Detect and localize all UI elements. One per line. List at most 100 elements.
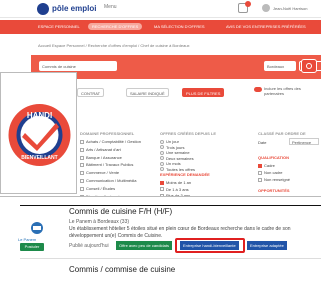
checkbox-icon[interactable] — [80, 147, 84, 152]
experience-title: EXPÉRIENCE DEMANDÉE — [160, 172, 210, 177]
top-header: pôle emploi Menu Jean-Noël Harrison — [0, 0, 321, 18]
checkbox-icon[interactable] — [160, 187, 164, 192]
pole-emploi-logo-icon[interactable] — [37, 3, 49, 15]
checkbox-icon[interactable] — [80, 155, 84, 160]
radio-icon[interactable] — [160, 150, 164, 155]
partners-toggle-label: Inclure les offres des partenaires — [264, 86, 301, 96]
date-item[interactable]: Un mois — [160, 161, 181, 166]
date-item[interactable]: Deux semaines — [160, 156, 194, 161]
sort-select[interactable]: Pertinence — [289, 138, 319, 145]
checkbox-icon[interactable] — [258, 163, 262, 168]
date-label: Un mois — [166, 161, 181, 166]
domain-label: Achats / Comptabilité / Gestion — [86, 139, 141, 144]
experience-item[interactable]: Moins de 1 an — [160, 180, 191, 185]
contract-filter[interactable]: CONTRAT — [77, 88, 105, 97]
date-item[interactable]: Un jour — [160, 139, 179, 144]
more-filters-button[interactable]: PLUS DE FILTRES — [182, 88, 225, 97]
nav-item-company-reviews[interactable]: AVIS DE VOS ENTREPRISES PRÉFÉRÉES — [226, 24, 306, 29]
sort-label: Date — [258, 140, 267, 145]
domain-item[interactable]: Commerce / Vente — [80, 170, 119, 175]
checkbox-icon[interactable] — [80, 178, 84, 183]
qualification-label: Non cadre — [264, 170, 283, 175]
experience-label: De 1 à 3 ans — [166, 186, 189, 192]
published-date: Publié aujourd'hui — [69, 243, 109, 249]
checkbox-icon[interactable] — [80, 163, 84, 168]
date-item[interactable]: Trois jours — [160, 145, 185, 150]
qualification-item[interactable]: Non cadre — [258, 170, 282, 175]
tag-few-candidates: Offre avec peu de candidats — [116, 241, 172, 250]
qualification-label: Non renseigné — [264, 177, 291, 182]
radio-icon[interactable] — [160, 145, 164, 150]
radio-icon[interactable] — [160, 139, 164, 144]
notification-badge — [245, 1, 251, 7]
domain-label: Bâtiment / Travaux Publics — [86, 162, 134, 168]
apply-button[interactable]: Postuler — [20, 243, 44, 251]
menu-button[interactable]: Menu — [104, 4, 117, 10]
radio-icon[interactable] — [160, 161, 164, 166]
date-title: OFFRES CRÉÉES DEPUIS LE — [160, 131, 217, 136]
date-item[interactable]: Toutes les offres — [160, 167, 195, 172]
domain-label: Communication / Multimédia — [86, 178, 137, 183]
highlight-handi-tag — [175, 238, 245, 253]
domain-item[interactable]: Achats / Comptabilité / Gestion — [80, 139, 141, 144]
experience-label: Moins de 1 an — [166, 180, 192, 185]
checkbox-icon[interactable] — [80, 171, 84, 176]
domain-title: DOMAINE PROFESSIONNEL — [80, 131, 135, 136]
experience-item[interactable]: De 1 à 3 ans — [160, 187, 189, 192]
date-label: Un jour — [166, 139, 179, 144]
partners-toggle[interactable] — [254, 87, 262, 92]
checkbox-icon[interactable] — [258, 177, 262, 182]
qualification-item[interactable]: Non renseigné — [258, 177, 290, 182]
nav-item-job-search[interactable]: RECHERCHE D'OFFRES — [88, 23, 143, 30]
domain-label: Commerce / Vente — [86, 170, 120, 176]
handi-bienveillant-badge: HANDI BIENVEILLANT — [0, 72, 77, 194]
card-divider — [20, 205, 321, 206]
location-input[interactable]: Bordeaux — [264, 61, 296, 71]
date-label: Toutes les offres — [166, 166, 196, 172]
checkbox-icon[interactable] — [160, 180, 164, 185]
radio-icon[interactable] — [160, 167, 164, 172]
sort-title: CLASSÉ PAR ORDRE DE — [258, 131, 306, 136]
domain-item[interactable]: Bâtiment / Travaux Publics — [80, 162, 133, 167]
job-search-input[interactable]: Commis de cuisine — [39, 61, 117, 71]
job-company: Le Panem à Bordeaux (33) — [69, 219, 130, 225]
qualification-item[interactable]: Cadre — [258, 163, 275, 168]
salary-filter[interactable]: SALAIRE INDIQUÉ — [126, 88, 169, 97]
account-name[interactable]: Jean-Noël Harrison — [273, 6, 307, 11]
qualification-label: Cadre — [264, 163, 275, 168]
domain-item[interactable]: Conseil / Études — [80, 186, 115, 191]
checkbox-icon[interactable] — [258, 170, 262, 175]
breadcrumb[interactable]: Accueil Espace Personnel / Recherche d'o… — [38, 43, 190, 48]
nav-item-saved-offers[interactable]: MA SÉLECTION D'OFFRES — [154, 24, 205, 29]
nav-item-personal-space[interactable]: ESPACE PERSONNEL — [38, 24, 80, 29]
search-button[interactable] — [301, 59, 317, 73]
avatar[interactable] — [262, 4, 270, 12]
opportunities-title: OPPORTUNITÉS — [258, 188, 290, 193]
main-nav: ESPACE PERSONNEL RECHERCHE D'OFFRES MA S… — [0, 20, 321, 34]
domain-item[interactable]: Banque / Assurance — [80, 155, 122, 160]
job-separator — [20, 258, 321, 259]
handi-bottom-text: BIENVEILLANT — [21, 155, 57, 161]
handi-top-text: HANDI — [27, 111, 52, 120]
checkbox-icon[interactable] — [80, 139, 84, 144]
tag-entreprise-adaptee: Entreprise adaptée — [247, 241, 287, 250]
company-tag: Le Panem — [18, 237, 37, 242]
next-job-title[interactable]: Commis / commise de cuisine — [69, 265, 175, 274]
handi-logo-icon: HANDI BIENVEILLANT — [8, 104, 71, 166]
qualification-title: QUALIFICATION — [258, 155, 290, 160]
logo-text[interactable]: pôle emploi — [52, 4, 96, 13]
date-label: Trois jours — [166, 144, 185, 150]
checkbox-icon[interactable] — [80, 186, 84, 191]
domain-item[interactable]: Arts / Artisanat d'art — [80, 147, 121, 152]
date-item[interactable]: Une semaine — [160, 150, 190, 155]
domain-label: Banque / Assurance — [86, 154, 122, 160]
company-logo-icon — [31, 222, 43, 234]
date-label: Deux semaines — [166, 155, 194, 161]
search-icon — [306, 63, 312, 69]
domain-item[interactable]: Communication / Multimédia — [80, 178, 136, 183]
radio-icon[interactable] — [160, 156, 164, 161]
domain-label: Conseil / Études — [86, 185, 116, 191]
date-label: Une semaine — [166, 150, 190, 155]
domain-label: Arts / Artisanat d'art — [86, 146, 121, 152]
job-title[interactable]: Commis de cuisine F/H (H/F) — [69, 207, 172, 216]
